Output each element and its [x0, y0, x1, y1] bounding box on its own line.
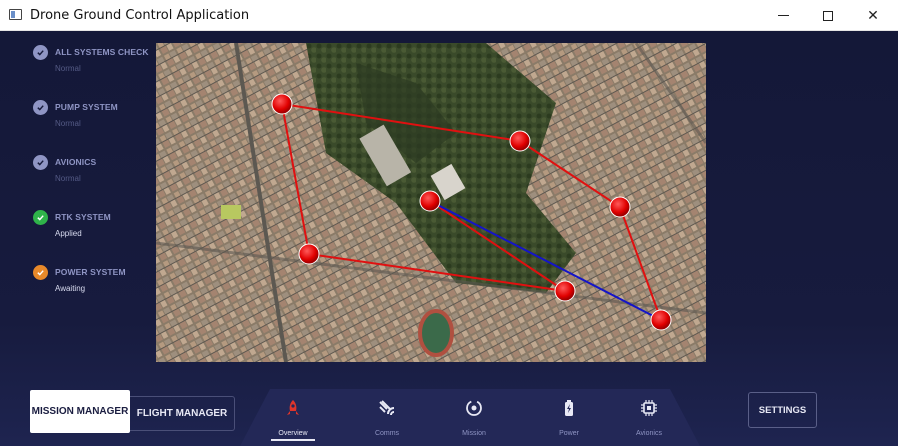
maximize-button[interactable]	[805, 0, 851, 31]
nav-mission[interactable]: Mission	[444, 399, 504, 443]
close-icon: ✕	[867, 7, 879, 24]
chip-icon	[641, 400, 657, 416]
mission-manager-button[interactable]: MISSION MANAGER	[30, 390, 130, 433]
nav-power[interactable]: Power	[539, 399, 599, 443]
nav-label: Power	[559, 430, 579, 437]
check-status: Normal	[55, 64, 81, 73]
bottom-nav: Overview Comms Mission Power Avionics	[240, 389, 700, 446]
check-title: RTK SYSTEM	[55, 212, 111, 222]
signal-icon	[379, 400, 395, 416]
check-title: POWER SYSTEM	[55, 267, 126, 277]
active-tab-indicator	[271, 439, 315, 441]
satellite-map-image	[156, 43, 706, 362]
check-status: Normal	[55, 119, 81, 128]
nav-overview[interactable]: Overview	[263, 399, 323, 443]
mission-map[interactable]	[156, 43, 706, 362]
nav-label: Overview	[278, 430, 308, 437]
waypoint-marker[interactable]	[509, 130, 531, 152]
app-window-icon	[9, 9, 22, 20]
waypoint-marker[interactable]	[298, 243, 320, 265]
waypoint-marker[interactable]	[609, 196, 631, 218]
check-circle-icon	[33, 100, 48, 115]
waypoint-marker[interactable]	[271, 93, 293, 115]
check-circle-icon	[33, 265, 48, 280]
check-status: Applied	[55, 229, 82, 238]
close-button[interactable]: ✕	[850, 0, 896, 31]
check-status: Awaiting	[55, 284, 86, 293]
target-icon	[466, 400, 482, 416]
nav-label: Comms	[374, 430, 400, 437]
waypoint-marker[interactable]	[554, 280, 576, 302]
battery-icon	[565, 400, 573, 416]
settings-button[interactable]: SETTINGS	[748, 392, 817, 428]
waypoint-marker[interactable]	[650, 309, 672, 331]
flight-manager-button[interactable]: FLIGHT MANAGER	[130, 396, 235, 431]
rocket-icon	[287, 400, 299, 415]
window-titlebar: Drone Ground Control Application ✕	[0, 0, 898, 31]
nav-avionics[interactable]: Avionics	[619, 399, 679, 443]
waypoint-marker[interactable]	[419, 190, 441, 212]
check-title: PUMP SYSTEM	[55, 102, 118, 112]
maximize-icon	[823, 10, 833, 21]
nav-comms[interactable]: Comms	[357, 399, 417, 443]
nav-label: Avionics	[636, 430, 662, 437]
check-title: ALL SYSTEMS CHECK	[55, 47, 149, 57]
check-circle-icon	[33, 210, 48, 225]
check-status: Normal	[55, 174, 81, 183]
main-area: ALL SYSTEMS CHECK Normal PUMP SYSTEM Nor…	[0, 31, 898, 446]
window-title: Drone Ground Control Application	[30, 8, 250, 23]
check-circle-icon	[33, 155, 48, 170]
check-title: AVIONICS	[55, 157, 97, 167]
nav-label: Mission	[462, 430, 486, 437]
minimize-button[interactable]	[760, 0, 806, 31]
check-circle-icon	[33, 45, 48, 60]
minimize-icon	[777, 15, 789, 16]
